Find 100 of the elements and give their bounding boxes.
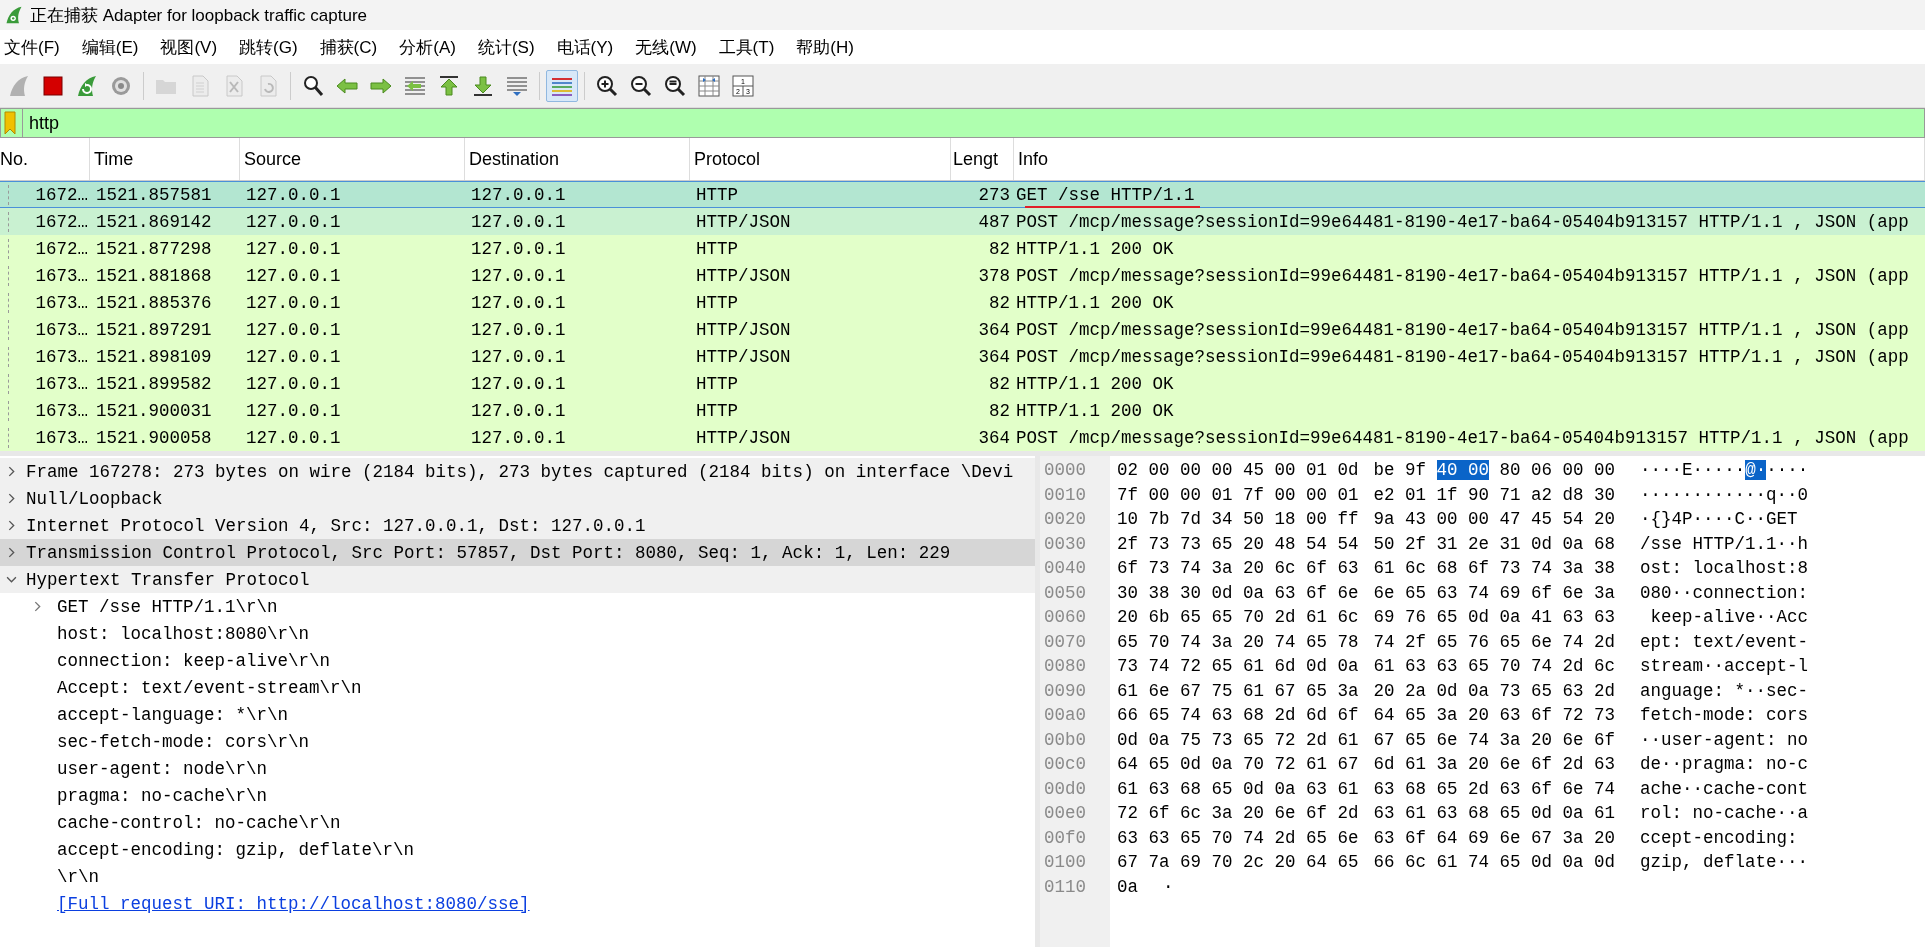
table-cell-text: GET /sse HTTP/1.1 [1015, 184, 1196, 205]
table-cell: 1673… [8, 319, 90, 340]
menu-item[interactable]: 电话(Y) [554, 35, 626, 59]
header-field[interactable]: accept-language: *\r\n [57, 704, 289, 725]
ascii-text: ····q··0 [1724, 483, 1809, 507]
zoom-out-icon [629, 73, 653, 98]
packet-row[interactable]: 1673… 1521.900031 127.0.0.1 127.0.0.1 HTTP 82 HTTP/1.1 200 OK [0, 397, 1925, 424]
table-cell-text: HTTP/1.1 200 OK [1015, 238, 1175, 259]
hex-bytes: 63 68 65 2d 63 6f 6e 74 [1373, 777, 1616, 801]
colorize-button[interactable] [546, 69, 578, 102]
bookmark-icon[interactable] [4, 111, 16, 135]
packet-row[interactable]: 1673… 1521.898109 127.0.0.1 127.0.0.1 HTTP/JSON 364 POST /mcp/message?sessionId=99e64481-8190-4e17-ba64-05404b913157 HTTP/1.1 , JSON (app [0, 343, 1925, 370]
table-cell-text: HTTP/JSON [695, 265, 792, 286]
hex-bytes: 6f 73 74 3a 20 6c 6f 63 [1117, 557, 1359, 580]
column-header[interactable]: No. [0, 138, 90, 180]
ascii-text: keep-al [1649, 606, 1725, 629]
column-header[interactable]: Protocol [690, 138, 951, 180]
packet-row[interactable]: 1673… 1521.899582 127.0.0.1 127.0.0.1 HTTP 82 HTTP/1.1 200 OK [0, 370, 1925, 397]
table-cell-text: 82 [988, 238, 1011, 259]
hex-bytes: 6e 65 63 74 69 6f 6e 3a [1373, 581, 1616, 605]
tree-item[interactable]: Internet Protocol Version 4, Src: 127.0.0.1, Dst: 127.0.0.1 [0, 512, 1035, 539]
table-cell-text: HTTP/JSON [695, 346, 792, 367]
table-cell-text: 1521.898109 [95, 346, 213, 367]
expander-icon[interactable] [6, 466, 17, 477]
header-field[interactable]: GET /sse HTTP/1.1\r\n [57, 596, 278, 617]
tree-item[interactable]: Transmission Control Protocol, Src Port: 57857, Dst Port: 8080, Seq: 1, Ack: 1, Len: 229 [0, 539, 1035, 566]
hex-bytes: 67 7a 69 70 2c 20 64 65 [1117, 851, 1359, 874]
packet-row[interactable]: 1672… 1521.857581 127.0.0.1 127.0.0.1 HTTP 273 GET /sse HTTP/1.1 [0, 181, 1925, 208]
column-header[interactable]: Lengt [951, 138, 1014, 180]
hex-bytes: 61 6e 67 75 61 67 65 3a [1117, 679, 1359, 703]
table-cell-text: 127.0.0.1 [470, 373, 567, 394]
menu-item[interactable]: 视图(V) [158, 35, 230, 59]
header-field[interactable]: sec-fetch-mode: cors\r\n [57, 731, 310, 752]
table-cell-text: 273 [977, 184, 1011, 205]
menu-item[interactable]: 捕获(C) [317, 35, 390, 59]
table-cell-text: 127.0.0.1 [245, 211, 342, 232]
packet-row[interactable]: 1672… 1521.869142 127.0.0.1 127.0.0.1 HTTP/JSON 487 POST /mcp/message?sessionId=99e64481-8190-4e17-ba64-05404b913157 HTTP/1.1 , JSON (app [0, 208, 1925, 235]
expander-icon[interactable] [32, 601, 43, 612]
ascii-text: ··@····· [1724, 459, 1809, 482]
hex-bytes: 63 63 65 70 74 2d 65 6e [1117, 826, 1359, 850]
tree-item[interactable]: Null/Loopback [0, 485, 1035, 512]
ascii-text: alhost:8 [1724, 557, 1809, 580]
menu-item[interactable]: 分析(A) [397, 35, 468, 59]
hex-bytes: 74 2f 65 76 65 6e 74 2d [1373, 630, 1616, 654]
byte-offset: 00f0 [1043, 826, 1087, 850]
hex-bytes: 69 76 65 0d 0a 41 63 63 [1373, 606, 1616, 629]
expander-icon[interactable] [6, 520, 17, 531]
table-cell-text: 364 [977, 319, 1011, 340]
table-cell: 1673… [8, 265, 90, 286]
header-field[interactable]: connection: keep-alive\r\n [57, 650, 331, 671]
table-cell-text: 127.0.0.1 [470, 400, 567, 421]
menu-item[interactable]: 编辑(E) [79, 35, 151, 59]
packet-row[interactable]: 1673… 1521.885376 127.0.0.1 127.0.0.1 HTTP 82 HTTP/1.1 200 OK [0, 289, 1925, 316]
table-cell-text: HTTP [695, 292, 739, 313]
hex-bytes: 61 63 63 65 70 74 2d 6c [1373, 655, 1616, 678]
byte-offset: 0010 [1043, 483, 1087, 507]
packet-row[interactable]: 1673… 1521.897291 127.0.0.1 127.0.0.1 HTTP/JSON 364 POST /mcp/message?sessionId=99e64481-8190-4e17-ba64-05404b913157 HTTP/1.1 , JSON (app [0, 316, 1925, 343]
shark-fin-icon [4, 5, 24, 25]
column-header[interactable]: Time [90, 138, 240, 180]
packet-row[interactable]: 1673… 1521.881868 127.0.0.1 127.0.0.1 HTTP/JSON 378 POST /mcp/message?sessionId=99e64481-8190-4e17-ba64-05404b913157 HTTP/1.1 , JSON (app [0, 262, 1925, 289]
expander-icon[interactable] [6, 547, 17, 558]
packet-row[interactable]: 1673… 1521.900058 127.0.0.1 127.0.0.1 HTTP/JSON 364 POST /mcp/message?sessionId=99e64481-8190-4e17-ba64-05404b913157 HTTP/1.1 , JSON (app [0, 424, 1925, 451]
table-cell-text: 127.0.0.1 [245, 238, 342, 259]
hex-bytes: 63 61 63 68 65 0d 0a 61 [1373, 802, 1616, 825]
tree-item[interactable]: Frame 167278: 273 bytes on wire (2184 bits), 273 bytes captured (2184 bits) on interface \Devi [0, 458, 1035, 485]
table-cell-text: POST /mcp/message?sessionId=99e64481-8190-4e17-ba64-05404b913157 HTTP/1.1 , JSON (app [1015, 319, 1910, 340]
table-cell-text: 127.0.0.1 [245, 292, 342, 313]
header-field[interactable]: \r\n [57, 866, 99, 887]
table-cell-text: 1521.857581 [95, 184, 213, 205]
table-cell-text: HTTP [695, 184, 739, 205]
expander-icon[interactable] [6, 493, 17, 504]
menu-item[interactable]: 帮助(H) [794, 35, 866, 59]
header-field[interactable]: accept-encoding: gzip, deflate\r\n [57, 839, 415, 860]
column-header[interactable]: Source [240, 138, 465, 180]
ascii-text: flate··· [1724, 851, 1809, 874]
header-field[interactable]: Accept: text/event-stream\r\n [57, 677, 362, 698]
table-cell-text: HTTP/1.1 200 OK [1015, 400, 1175, 421]
tree-item[interactable]: Hypertext Transfer Protocol [0, 566, 1035, 593]
header-field[interactable]: pragma: no-cache\r\n [57, 785, 268, 806]
column-header[interactable]: Destination [465, 138, 690, 180]
expander-icon[interactable] [6, 574, 17, 585]
tree-label: Frame 167278: 273 bytes on wire (2184 bits), 273 bytes captured (2184 bits) on interface \Devi [26, 461, 1014, 482]
ascii-text: ost: loc [1640, 557, 1725, 580]
menu-item[interactable]: 统计(S) [475, 35, 547, 59]
menu-item[interactable]: 文件(F) [2, 35, 72, 59]
column-header[interactable]: Info [1014, 138, 1925, 180]
header-field[interactable]: host: localhost:8080\r\n [57, 623, 310, 644]
header-field[interactable]: cache-control: no-cache\r\n [57, 812, 341, 833]
menu-item[interactable]: 跳转(G) [237, 35, 310, 59]
ascii-text: · [1163, 875, 1174, 899]
byte-offset: 00c0 [1043, 753, 1087, 776]
menu-item[interactable]: 无线(W) [633, 35, 709, 59]
ascii-text: coding: [1724, 826, 1798, 850]
request-uri-link[interactable]: [Full request URI: http://localhost:8080/sse] [57, 893, 530, 914]
header-field[interactable]: user-agent: node\r\n [57, 758, 268, 779]
byte-offset: 0030 [1043, 532, 1087, 556]
ascii-text: rol: no- [1640, 802, 1725, 825]
table-cell-text: POST /mcp/message?sessionId=99e64481-8190-4e17-ba64-05404b913157 HTTP/1.1 , JSON (app [1015, 346, 1910, 367]
menu-item[interactable]: 工具(T) [716, 35, 787, 59]
packet-row[interactable]: 1672… 1521.877298 127.0.0.1 127.0.0.1 HTTP 82 HTTP/1.1 200 OK [0, 235, 1925, 262]
